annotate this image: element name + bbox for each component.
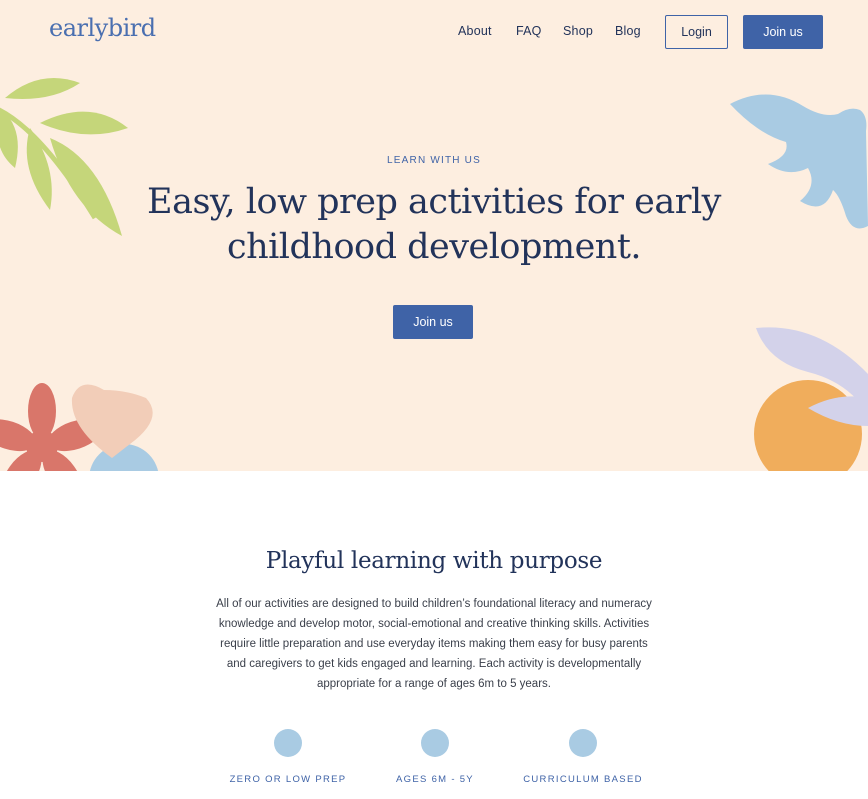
nav-shop-link[interactable]: Shop <box>563 24 593 38</box>
nav-about-link[interactable]: About <box>458 24 492 38</box>
section-title: Playful learning with purpose <box>265 548 603 574</box>
feature-dot-icon <box>421 729 449 757</box>
feature-zero-prep: ZERO OR LOW PREP <box>208 729 368 785</box>
login-button[interactable]: Login <box>665 15 728 49</box>
hero-headline: Easy, low prep activities for early chil… <box>147 182 721 267</box>
feature-label: CURRICULUM BASED <box>523 774 643 785</box>
orange-fruit-icon <box>754 327 868 471</box>
join-us-hero-button[interactable]: Join us <box>393 305 473 339</box>
hero-section: earlybird About FAQ Shop Blog Login Join… <box>0 0 868 471</box>
feature-label: ZERO OR LOW PREP <box>229 774 347 785</box>
feature-dot-icon <box>274 729 302 757</box>
feature-ages: AGES 6M - 5Y <box>355 729 515 785</box>
nav-faq-link[interactable]: FAQ <box>516 24 542 38</box>
join-us-nav-button[interactable]: Join us <box>743 15 823 49</box>
feature-curriculum: CURRICULUM BASED <box>503 729 663 785</box>
section-body: All of our activities are designed to bu… <box>216 598 652 690</box>
main-nav: About FAQ Shop Blog <box>0 24 868 44</box>
nav-blog-link[interactable]: Blog <box>615 24 641 38</box>
feature-label: AGES 6M - 5Y <box>396 774 474 785</box>
flower-icon <box>0 383 159 471</box>
hero-eyebrow: LEARN WITH US <box>387 155 481 166</box>
feature-dot-icon <box>569 729 597 757</box>
leaf-branch-icon <box>0 78 128 236</box>
